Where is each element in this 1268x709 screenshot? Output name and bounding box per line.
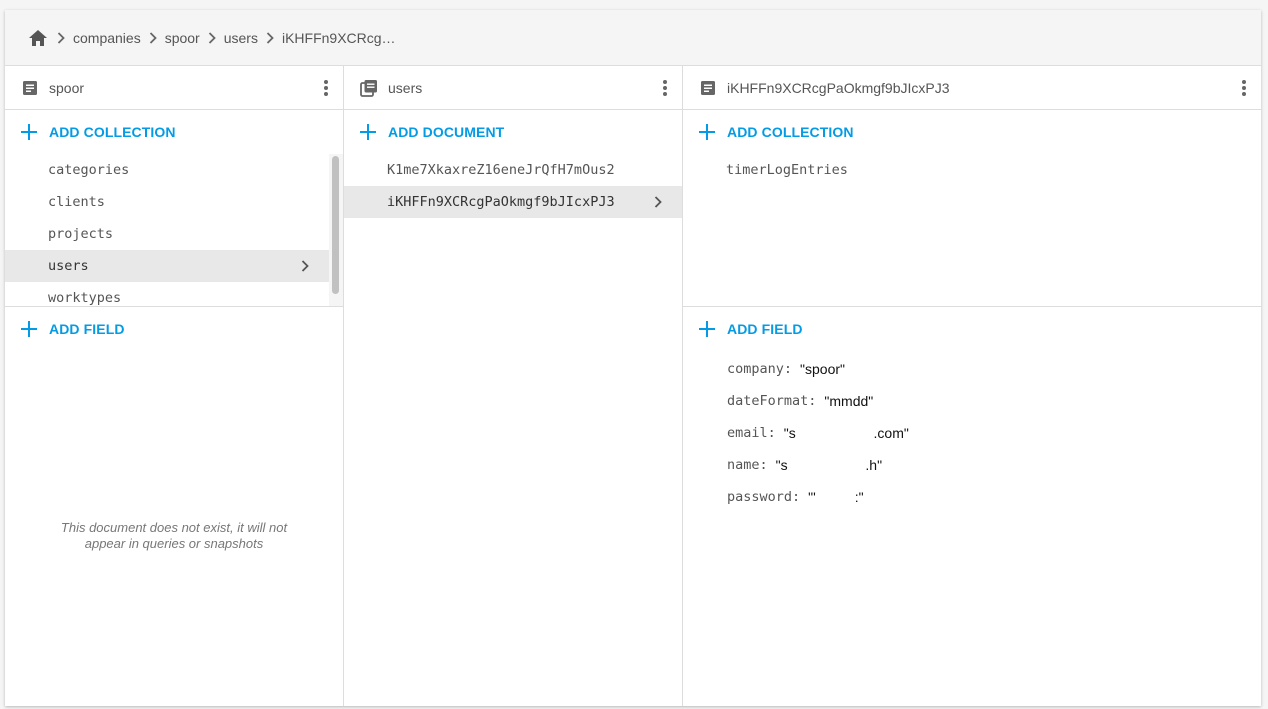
collection-list: categories clients projects users workty… [5,154,329,306]
add-field-button[interactable]: ADD FIELD [5,307,343,351]
subcollections-section: ADD COLLECTION timerLogEntries [683,110,1261,307]
chevron-right-icon [200,31,224,44]
plus-icon [699,321,715,337]
list-item[interactable]: worktypes [5,282,329,306]
add-collection-label: ADD COLLECTION [727,124,854,140]
document-icon [21,79,39,97]
add-collection-label: ADD COLLECTION [49,124,176,140]
pane-header: users [344,66,682,110]
firestore-viewer: companies spoor users iKHFFn9XCRcg… spoo… [5,10,1261,706]
field-row[interactable]: email: "s .com" [683,417,1261,449]
chevron-right-icon [297,258,313,274]
field-key: email: [727,425,776,441]
field-row[interactable]: company: "spoor" [683,353,1261,385]
list-item[interactable]: projects [5,218,329,250]
pane-users: users ADD DOCUMENT K1me7XkaxreZ16eneJrQf… [344,66,683,706]
scrollbar-thumb[interactable] [332,156,339,294]
field-value: "s .com" [783,425,909,441]
field-value: "s .h" [775,457,883,473]
pane-header: iKHFFn9XCRcgPaOkmgf9bJIcxPJ3 [683,66,1261,110]
field-key: company: [727,361,793,377]
list-item[interactable]: clients [5,186,329,218]
list-item-label: K1me7XkaxreZ16eneJrQfH7mOus2 [387,162,615,178]
plus-icon [21,124,37,140]
field-key: dateFormat: [727,393,817,409]
more-vert-icon[interactable] [321,78,331,98]
field-key: name: [727,457,768,473]
pane-title: iKHFFn9XCRcgPaOkmgf9bJIcxPJ3 [727,79,950,96]
plus-icon [699,124,715,140]
field-row[interactable]: password: "' :" [683,481,1261,513]
breadcrumb-spoor[interactable]: spoor [165,30,200,46]
subcollection-list: timerLogEntries [683,154,1261,186]
chevron-right-icon [650,194,666,210]
chevron-right-icon [49,31,73,44]
add-collection-button[interactable]: ADD COLLECTION [683,110,1261,154]
pane-title: spoor [49,79,85,96]
field-value: "spoor" [800,361,845,377]
list-item-label: projects [48,226,114,242]
breadcrumb-document[interactable]: iKHFFn9XCRcg… [282,30,396,46]
list-item-selected[interactable]: iKHFFn9XCRcgPaOkmgf9bJIcxPJ3 [344,186,682,218]
collections-section: ADD COLLECTION categories clients projec… [5,110,343,307]
breadcrumb-users[interactable]: users [224,30,258,46]
list-item-label: categories [48,162,130,178]
list-item[interactable]: K1me7XkaxreZ16eneJrQfH7mOus2 [344,154,682,186]
collection-icon [360,79,378,97]
breadcrumb-companies[interactable]: companies [73,30,141,46]
field-list: company: "spoor" dateFormat: "mmdd" email:… [683,353,1261,513]
field-key: password: [727,489,801,505]
plus-icon [21,321,37,337]
list-item-label: clients [48,194,105,210]
add-field-label: ADD FIELD [49,321,125,337]
pane-header: spoor [5,66,343,110]
field-row[interactable]: dateFormat: "mmdd" [683,385,1261,417]
add-collection-button[interactable]: ADD COLLECTION [5,110,343,154]
field-row[interactable]: name: "s .h" [683,449,1261,481]
home-icon[interactable] [27,27,49,49]
list-item-selected[interactable]: users [5,250,329,282]
pane-title: users [388,79,423,96]
pane-spoor: spoor ADD COLLECTION categories clients … [5,66,344,706]
add-field-button[interactable]: ADD FIELD [683,307,1261,351]
list-item-label: worktypes [48,290,122,306]
list-item-label: users [48,258,89,274]
field-value: "' :" [808,489,864,505]
add-document-button[interactable]: ADD DOCUMENT [344,110,682,154]
chevron-right-icon [258,31,282,44]
list-item-label: timerLogEntries [726,162,848,178]
add-field-label: ADD FIELD [727,321,803,337]
list-item-label: iKHFFn9XCRcgPaOkmgf9bJIcxPJ3 [387,194,615,210]
add-document-label: ADD DOCUMENT [388,124,505,140]
list-item[interactable]: timerLogEntries [683,154,1261,186]
more-vert-icon[interactable] [1239,78,1249,98]
pane-document: iKHFFn9XCRcgPaOkmgf9bJIcxPJ3 ADD COLLECT… [683,66,1261,706]
scrollbar[interactable] [329,154,343,306]
empty-document-message: This document does not exist, it will no… [60,520,288,551]
field-value: "mmdd" [824,393,874,409]
list-item[interactable]: categories [5,154,329,186]
more-vert-icon[interactable] [660,78,670,98]
breadcrumb: companies spoor users iKHFFn9XCRcg… [5,10,1261,66]
document-list: K1me7XkaxreZ16eneJrQfH7mOus2 iKHFFn9XCRc… [344,154,682,218]
plus-icon [360,124,376,140]
document-icon [699,79,717,97]
chevron-right-icon [141,31,165,44]
